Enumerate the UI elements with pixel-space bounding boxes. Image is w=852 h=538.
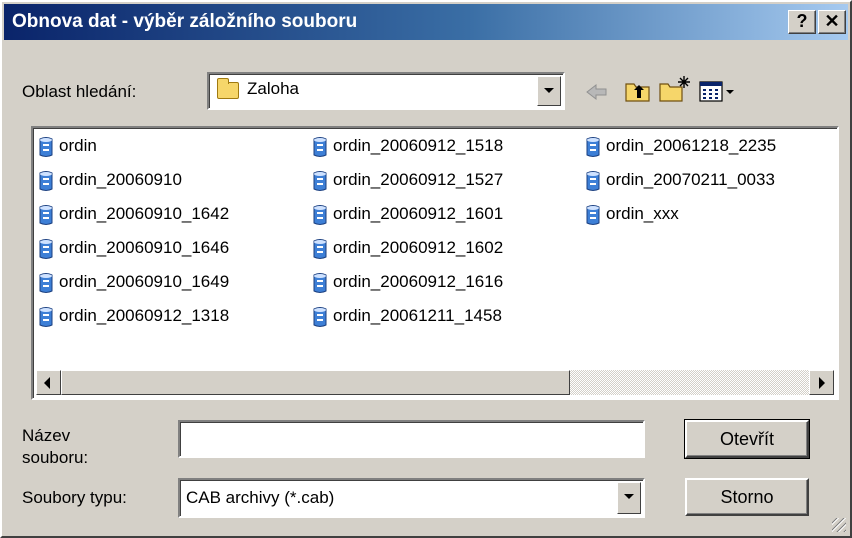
arrow-left-icon bbox=[44, 377, 50, 389]
look-in-value: Zaloha bbox=[247, 79, 299, 98]
cabinet-file-icon bbox=[39, 273, 53, 293]
open-button[interactable]: Otevřít bbox=[684, 419, 810, 459]
filename-label-line2: souboru: bbox=[22, 448, 89, 467]
file-name: ordin_20060912_1602 bbox=[333, 238, 504, 257]
arrow-right-icon bbox=[819, 377, 825, 389]
cabinet-file-icon bbox=[39, 205, 53, 225]
file-name: ordin_20060912_1527 bbox=[333, 170, 504, 189]
file-name: ordin_20060912_1518 bbox=[333, 136, 504, 155]
scrollbar-track[interactable] bbox=[570, 370, 809, 395]
scroll-left-button[interactable] bbox=[36, 370, 61, 395]
cabinet-file-icon bbox=[39, 239, 53, 259]
file-name: ordin_20060910_1642 bbox=[59, 204, 230, 223]
file-name: ordin bbox=[59, 136, 97, 155]
up-one-level-icon[interactable] bbox=[624, 78, 652, 104]
file-name: ordin_20060910_1646 bbox=[59, 238, 230, 257]
chevron-down-icon bbox=[624, 494, 634, 499]
window-title: Obnova dat - výběr záložního souboru bbox=[12, 11, 358, 32]
filetype-label: Soubory typu: bbox=[22, 488, 127, 507]
cabinet-file-icon bbox=[586, 171, 600, 191]
file-name: ordin_20070211_0033 bbox=[606, 170, 775, 189]
cabinet-file-icon bbox=[313, 137, 327, 157]
file-name: ordin_20060912_1601 bbox=[333, 204, 504, 223]
folder-icon bbox=[217, 78, 239, 99]
cabinet-file-icon bbox=[313, 205, 327, 225]
file-name: ordin_20061218_2235 bbox=[606, 136, 777, 155]
view-menu-icon[interactable] bbox=[699, 80, 737, 104]
back-arrow-icon[interactable] bbox=[584, 80, 610, 104]
cabinet-file-icon bbox=[39, 307, 53, 327]
help-button[interactable]: ? bbox=[788, 10, 816, 34]
look-in-label: Oblast hledání: bbox=[22, 82, 137, 101]
file-open-dialog: Obnova dat - výběr záložního souboru ? ✕… bbox=[0, 0, 852, 538]
look-in-dropdown-button[interactable] bbox=[537, 76, 561, 106]
file-name: ordin_20060912_1318 bbox=[59, 306, 230, 325]
file-list[interactable]: ordin ordin_20060910 ordin_20060910_1642… bbox=[31, 126, 839, 400]
cabinet-file-icon bbox=[313, 171, 327, 191]
cabinet-file-icon bbox=[586, 137, 600, 157]
filetype-dropdown[interactable]: CAB archivy (*.cab) bbox=[178, 478, 645, 518]
filename-label-line1: Název bbox=[22, 426, 71, 445]
chevron-down-icon bbox=[544, 88, 554, 93]
new-folder-icon[interactable] bbox=[658, 74, 692, 104]
look-in-dropdown[interactable]: Zaloha bbox=[207, 72, 565, 110]
file-name: ordin_20060912_1616 bbox=[333, 272, 504, 291]
file-name: ordin_20060910 bbox=[59, 170, 182, 189]
cabinet-file-icon bbox=[313, 307, 327, 327]
file-name: ordin_20061211_1458 bbox=[333, 306, 502, 325]
scroll-right-button[interactable] bbox=[809, 370, 834, 395]
cabinet-file-icon bbox=[586, 205, 600, 225]
file-name: ordin_20060910_1649 bbox=[59, 272, 230, 291]
title-bar[interactable]: Obnova dat - výběr záložního souboru ? ✕ bbox=[4, 4, 848, 40]
filename-input[interactable] bbox=[178, 420, 645, 458]
filetype-value: CAB archivy (*.cab) bbox=[186, 488, 335, 507]
cancel-button[interactable]: Storno bbox=[685, 478, 809, 516]
close-button[interactable]: ✕ bbox=[818, 10, 846, 34]
cabinet-file-icon bbox=[313, 239, 327, 259]
file-name: ordin_xxx bbox=[606, 204, 679, 223]
cabinet-file-icon bbox=[39, 137, 53, 157]
cabinet-file-icon bbox=[313, 273, 327, 293]
resize-grip-icon[interactable] bbox=[832, 518, 846, 532]
filetype-dropdown-button[interactable] bbox=[617, 482, 641, 514]
horizontal-scrollbar[interactable] bbox=[36, 370, 834, 395]
cabinet-file-icon bbox=[39, 171, 53, 191]
scrollbar-thumb[interactable] bbox=[61, 370, 570, 395]
